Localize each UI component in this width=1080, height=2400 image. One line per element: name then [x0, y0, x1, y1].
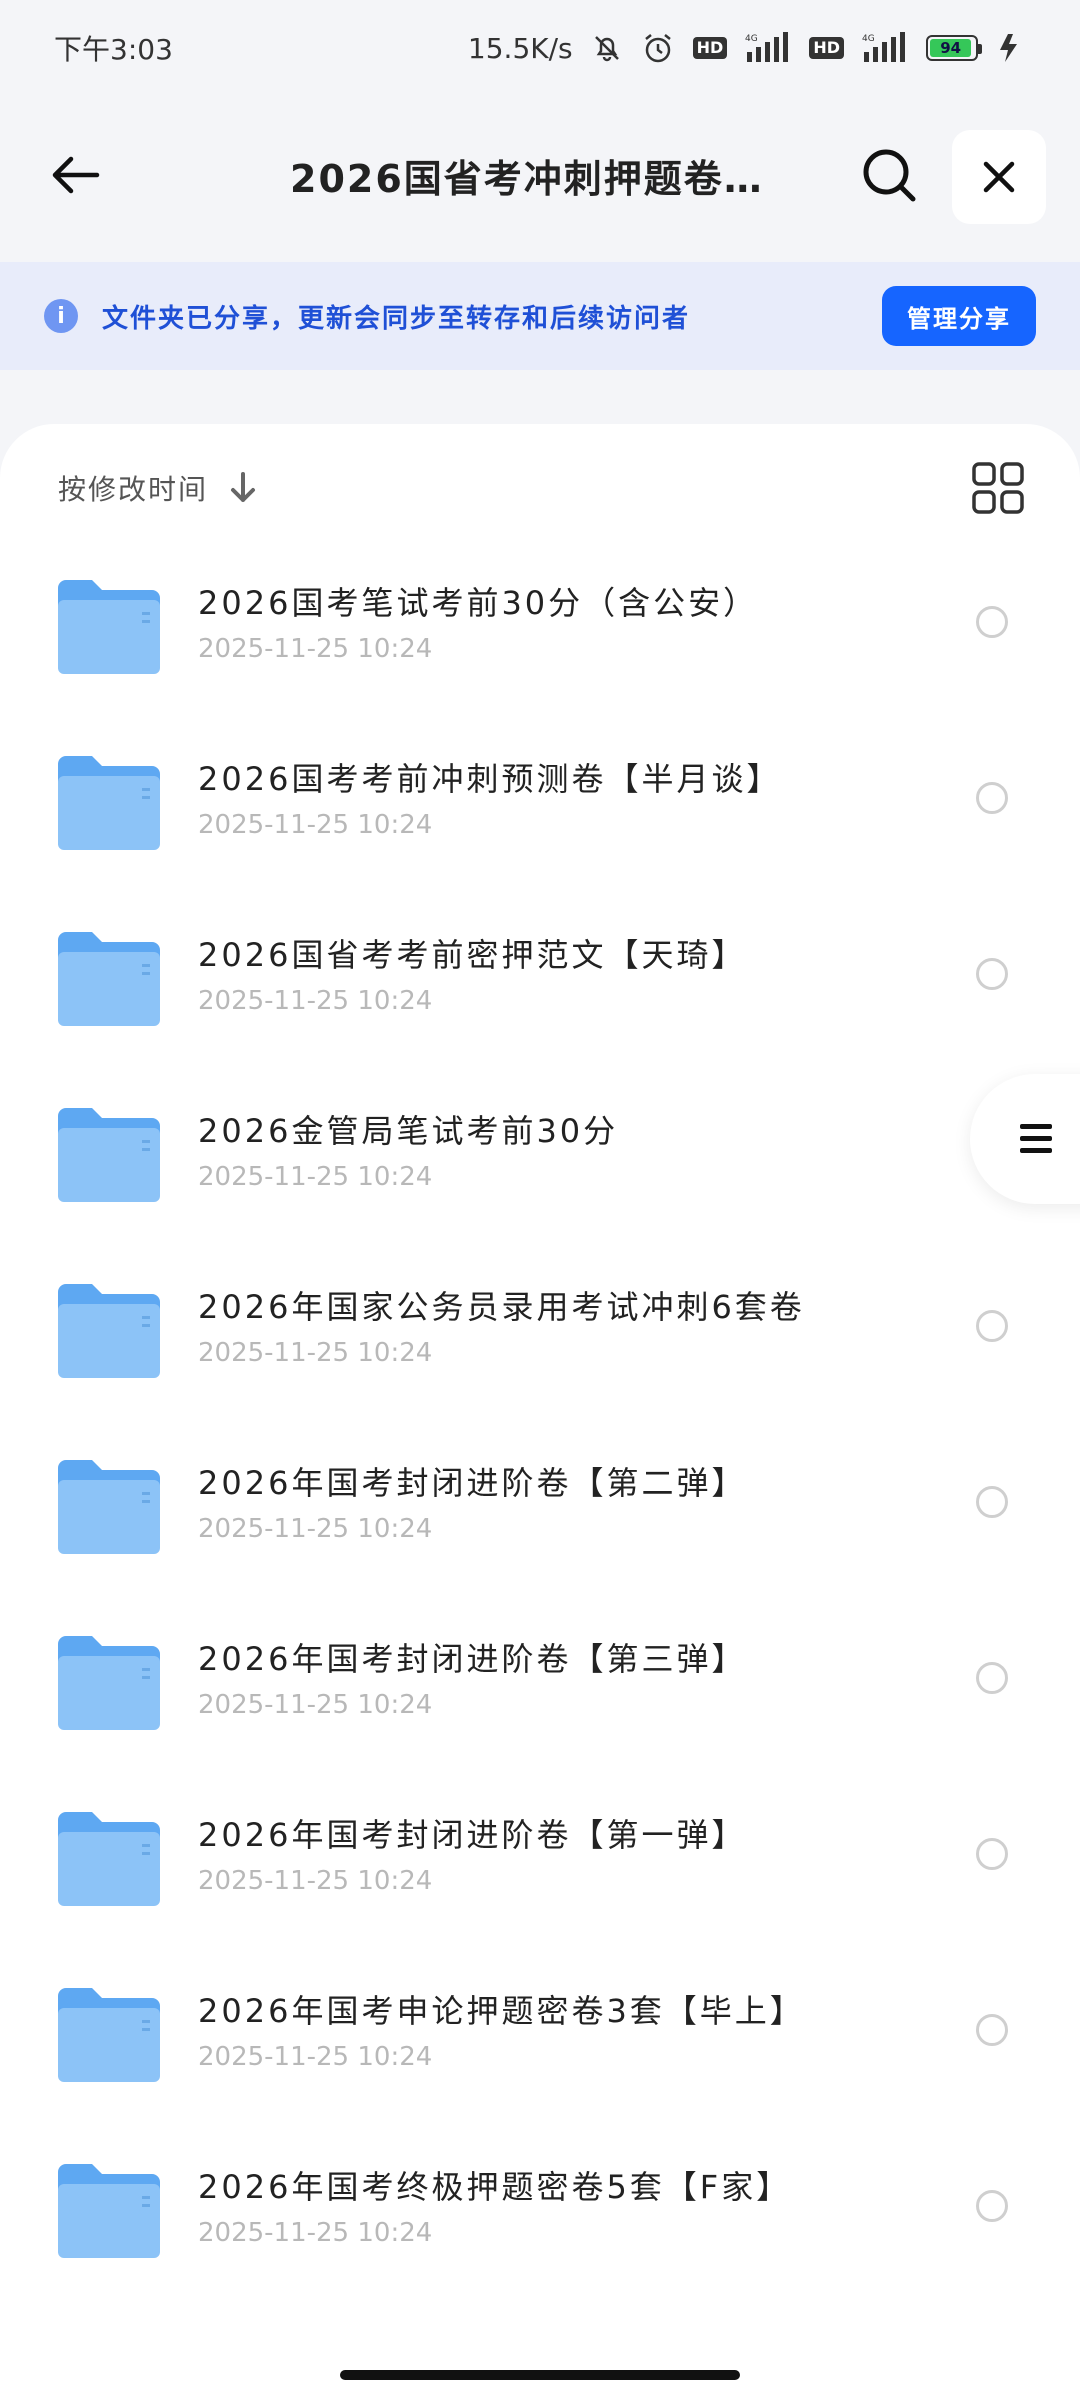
info-icon: i — [44, 299, 78, 333]
file-date: 2025-11-25 10:24 — [198, 2218, 433, 2248]
folder-icon — [58, 1108, 160, 1202]
signal-icon: 4G — [862, 32, 908, 64]
battery-icon: 94 — [926, 35, 982, 61]
file-name: 2026国考笔试考前30分（含公安） — [198, 584, 759, 622]
home-indicator[interactable] — [340, 2370, 740, 2380]
share-banner-text: 文件夹已分享，更新会同步至转存和后续访问者 — [102, 304, 691, 334]
file-name: 2026国考考前冲刺预测卷【半月谈】 — [198, 760, 782, 798]
back-button[interactable] — [40, 140, 110, 210]
battery-level: 94 — [930, 39, 972, 57]
file-row[interactable]: 2026金管局笔试考前30分 2025-11-25 10:24 — [0, 1082, 1080, 1258]
sort-control[interactable]: 按修改时间 — [58, 468, 258, 508]
file-row[interactable]: 2026年国考终极押题密卷5套【F家】 2025-11-25 10:24 — [0, 2138, 1080, 2314]
file-name: 2026年国考封闭进阶卷【第二弹】 — [198, 1464, 747, 1502]
svg-text:4G: 4G — [862, 34, 875, 44]
file-row[interactable]: 2026年国家公务员录用考试冲刺6套卷 2025-11-25 10:24 — [0, 1258, 1080, 1434]
menu-icon — [1020, 1124, 1052, 1153]
title-bar: 2026国省考冲刺押题卷… — [0, 96, 1080, 262]
share-banner: i 文件夹已分享，更新会同步至转存和后续访问者 管理分享 — [0, 262, 1080, 370]
folder-icon — [58, 1636, 160, 1730]
file-name: 2026国省考考前密押范文【天琦】 — [198, 936, 747, 974]
sort-label: 按修改时间 — [58, 473, 209, 506]
select-radio[interactable] — [976, 1662, 1008, 1694]
file-name: 2026年国家公务员录用考试冲刺6套卷 — [198, 1288, 805, 1326]
arrow-left-icon — [52, 156, 100, 194]
alarm-icon — [641, 31, 675, 65]
select-radio[interactable] — [976, 782, 1008, 814]
folder-icon — [58, 1812, 160, 1906]
status-time: 下午3:03 — [54, 33, 173, 66]
select-radio[interactable] — [976, 1838, 1008, 1870]
net-speed: 15.5K/s — [467, 31, 573, 65]
folder-icon — [58, 1284, 160, 1378]
file-name: 2026年国考终极押题密卷5套【F家】 — [198, 2168, 792, 2206]
file-date: 2025-11-25 10:24 — [198, 1162, 433, 1192]
hd-badge-1: HD — [692, 37, 728, 59]
status-bar: 下午3:03 15.5K/s HD 4G HD 4G 94 — [0, 0, 1080, 96]
hd-badge-2: HD — [809, 37, 844, 59]
file-name: 2026年国考申论押题密卷3套【毕上】 — [198, 1992, 805, 2030]
charging-icon — [996, 32, 1026, 64]
signal-icon: 4G — [745, 32, 791, 64]
folder-icon — [58, 932, 160, 1026]
folder-icon — [58, 1460, 160, 1554]
folder-icon — [58, 2164, 160, 2258]
folder-icon — [58, 1988, 160, 2082]
bell-off-icon — [591, 32, 623, 64]
folder-icon — [58, 580, 160, 674]
file-date: 2025-11-25 10:24 — [198, 986, 433, 1016]
close-icon — [983, 161, 1015, 193]
manage-share-button[interactable]: 管理分享 — [882, 286, 1036, 346]
select-radio[interactable] — [976, 2014, 1008, 2046]
file-row[interactable]: 2026年国考封闭进阶卷【第一弹】 2025-11-25 10:24 — [0, 1786, 1080, 1962]
file-row[interactable]: 2026国省考考前密押范文【天琦】 2025-11-25 10:24 — [0, 906, 1080, 1082]
page-title: 2026国省考冲刺押题卷… — [290, 157, 764, 201]
svg-text:4G: 4G — [745, 34, 758, 44]
select-radio[interactable] — [976, 958, 1008, 990]
select-radio[interactable] — [976, 1310, 1008, 1342]
file-row[interactable]: 2026国考笔试考前30分（含公安） 2025-11-25 10:24 — [0, 554, 1080, 730]
file-name: 2026金管局笔试考前30分 — [198, 1112, 619, 1150]
file-date: 2025-11-25 10:24 — [198, 1514, 433, 1544]
file-name: 2026年国考封闭进阶卷【第一弹】 — [198, 1816, 747, 1854]
file-date: 2025-11-25 10:24 — [198, 1866, 433, 1896]
select-radio[interactable] — [976, 1486, 1008, 1518]
close-button[interactable] — [952, 130, 1046, 224]
file-name: 2026年国考封闭进阶卷【第三弹】 — [198, 1640, 747, 1678]
status-icons: 15.5K/s HD 4G HD 4G 94 — [468, 31, 1026, 65]
file-date: 2025-11-25 10:24 — [198, 2042, 433, 2072]
file-row[interactable]: 2026年国考申论押题密卷3套【毕上】 2025-11-25 10:24 — [0, 1962, 1080, 2138]
file-date: 2025-11-25 10:24 — [198, 1338, 433, 1368]
file-row[interactable]: 2026年国考封闭进阶卷【第二弹】 2025-11-25 10:24 — [0, 1434, 1080, 1610]
select-radio[interactable] — [976, 2190, 1008, 2222]
search-button[interactable] — [854, 140, 924, 210]
arrow-down-icon — [231, 472, 256, 502]
file-date: 2025-11-25 10:24 — [198, 1690, 433, 1720]
file-list: 2026国考笔试考前30分（含公安） 2025-11-25 10:24 2026… — [0, 554, 1080, 2314]
file-date: 2025-11-25 10:24 — [198, 634, 433, 664]
folder-icon — [58, 756, 160, 850]
select-radio[interactable] — [976, 606, 1008, 638]
file-panel: 按修改时间 2026国考笔试考前30分（含公安） 2025-11-25 10:2… — [0, 424, 1080, 2400]
search-icon — [863, 149, 916, 202]
file-row[interactable]: 2026国考考前冲刺预测卷【半月谈】 2025-11-25 10:24 — [0, 730, 1080, 906]
grid-view-icon[interactable] — [970, 460, 1026, 516]
file-row[interactable]: 2026年国考封闭进阶卷【第三弹】 2025-11-25 10:24 — [0, 1610, 1080, 1786]
file-date: 2025-11-25 10:24 — [198, 810, 433, 840]
